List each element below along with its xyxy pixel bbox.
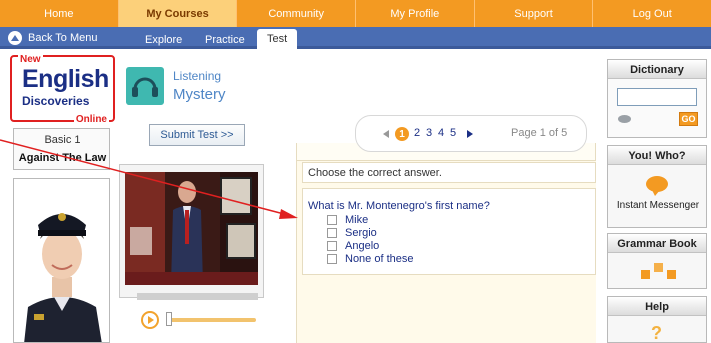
- nav-my-profile[interactable]: My Profile: [356, 0, 475, 27]
- answer-label: Mike: [345, 213, 369, 226]
- answer-checkbox[interactable]: [327, 214, 337, 225]
- answer-label: Sergio: [345, 226, 377, 239]
- logo-online-text: Online: [73, 114, 109, 125]
- video-player[interactable]: [125, 172, 258, 285]
- dictionary-title: Dictionary: [608, 60, 706, 79]
- dictionary-search-input[interactable]: [617, 88, 697, 106]
- play-icon[interactable]: [141, 311, 159, 329]
- page-2-button[interactable]: 2: [414, 127, 420, 139]
- nav-home[interactable]: Home: [0, 0, 119, 27]
- main-nav: Home My Courses Community My Profile Sup…: [0, 0, 711, 27]
- answer-option[interactable]: Angelo: [327, 239, 379, 252]
- help-panel: Help ?: [607, 296, 707, 343]
- answer-checkbox[interactable]: [327, 253, 337, 264]
- tab-explore[interactable]: Explore: [145, 30, 182, 49]
- book-icon: [618, 115, 631, 123]
- question-box: What is Mr. Montenegro's first name? Mik…: [302, 188, 596, 275]
- page-indicator: Page 1 of 5: [511, 127, 568, 139]
- nav-support[interactable]: Support: [475, 0, 594, 27]
- police-officer-image: [13, 178, 110, 343]
- answer-checkbox[interactable]: [327, 240, 337, 251]
- seek-thumb[interactable]: [166, 312, 172, 326]
- seek-bar[interactable]: [168, 318, 256, 322]
- logo-new-text: New: [18, 54, 43, 65]
- left-triangle-icon[interactable]: [383, 130, 389, 138]
- submit-test-button[interactable]: Submit Test >>: [149, 124, 245, 146]
- you-who-title: You! Who?: [608, 146, 706, 165]
- answer-option[interactable]: None of these: [327, 252, 414, 265]
- help-title: Help: [608, 297, 706, 316]
- back-to-menu-button[interactable]: Back To Menu: [8, 30, 98, 46]
- tab-practice[interactable]: Practice: [205, 30, 245, 49]
- answer-label: Angelo: [345, 239, 380, 252]
- logo-english-text: English: [22, 65, 109, 93]
- right-triangle-icon[interactable]: [467, 130, 473, 138]
- back-to-menu-label: Back To Menu: [28, 32, 98, 44]
- skill-label: Listening: [173, 69, 222, 83]
- dictionary-go-button[interactable]: GO: [679, 112, 698, 126]
- page-4-button[interactable]: 4: [438, 127, 444, 139]
- question-text: What is Mr. Montenegro's first name?: [308, 200, 490, 212]
- nav-my-courses[interactable]: My Courses: [118, 0, 238, 27]
- course-level-box: Basic 1 Against The Law: [13, 128, 110, 170]
- unit-name: Against The Law: [18, 152, 107, 164]
- grammar-book-panel: Grammar Book: [607, 233, 707, 289]
- question-instruction: Choose the correct answer.: [302, 162, 596, 183]
- answer-checkbox[interactable]: [327, 227, 337, 238]
- dictionary-panel: Dictionary GO: [607, 59, 707, 138]
- speech-bubble-tail: [652, 190, 660, 196]
- page-navigator: 1 2 3 4 5 Page 1 of 5: [355, 115, 587, 152]
- logo-discoveries-text: Discoveries: [22, 94, 90, 108]
- answer-label: None of these: [345, 252, 414, 265]
- nav-log-out[interactable]: Log Out: [593, 0, 711, 27]
- tab-test[interactable]: Test: [257, 29, 298, 49]
- lesson-title: Mystery: [173, 86, 226, 103]
- page-5-button[interactable]: 5: [450, 127, 456, 139]
- you-who-panel: You! Who? Instant Messenger: [607, 145, 707, 228]
- lesson-subnav: Back To Menu Explore Practice Test: [0, 27, 711, 49]
- question-mark-icon[interactable]: ?: [651, 323, 662, 343]
- instant-messenger-link[interactable]: Instant Messenger: [608, 200, 708, 211]
- video-frame-base: [137, 293, 258, 300]
- headphones-icon: [126, 67, 164, 105]
- answer-option[interactable]: Sergio: [327, 226, 377, 239]
- page-3-button[interactable]: 3: [426, 127, 432, 139]
- english-discoveries-logo: New English Discoveries Online: [10, 54, 115, 125]
- answer-option[interactable]: Mike: [327, 213, 368, 226]
- page-1-button[interactable]: 1: [395, 127, 409, 141]
- up-triangle-circle-icon: [8, 31, 22, 45]
- nav-community[interactable]: Community: [237, 0, 357, 27]
- blocks-icon[interactable]: [641, 262, 676, 280]
- grammar-book-title: Grammar Book: [608, 234, 706, 253]
- level-name: Basic 1: [44, 134, 81, 146]
